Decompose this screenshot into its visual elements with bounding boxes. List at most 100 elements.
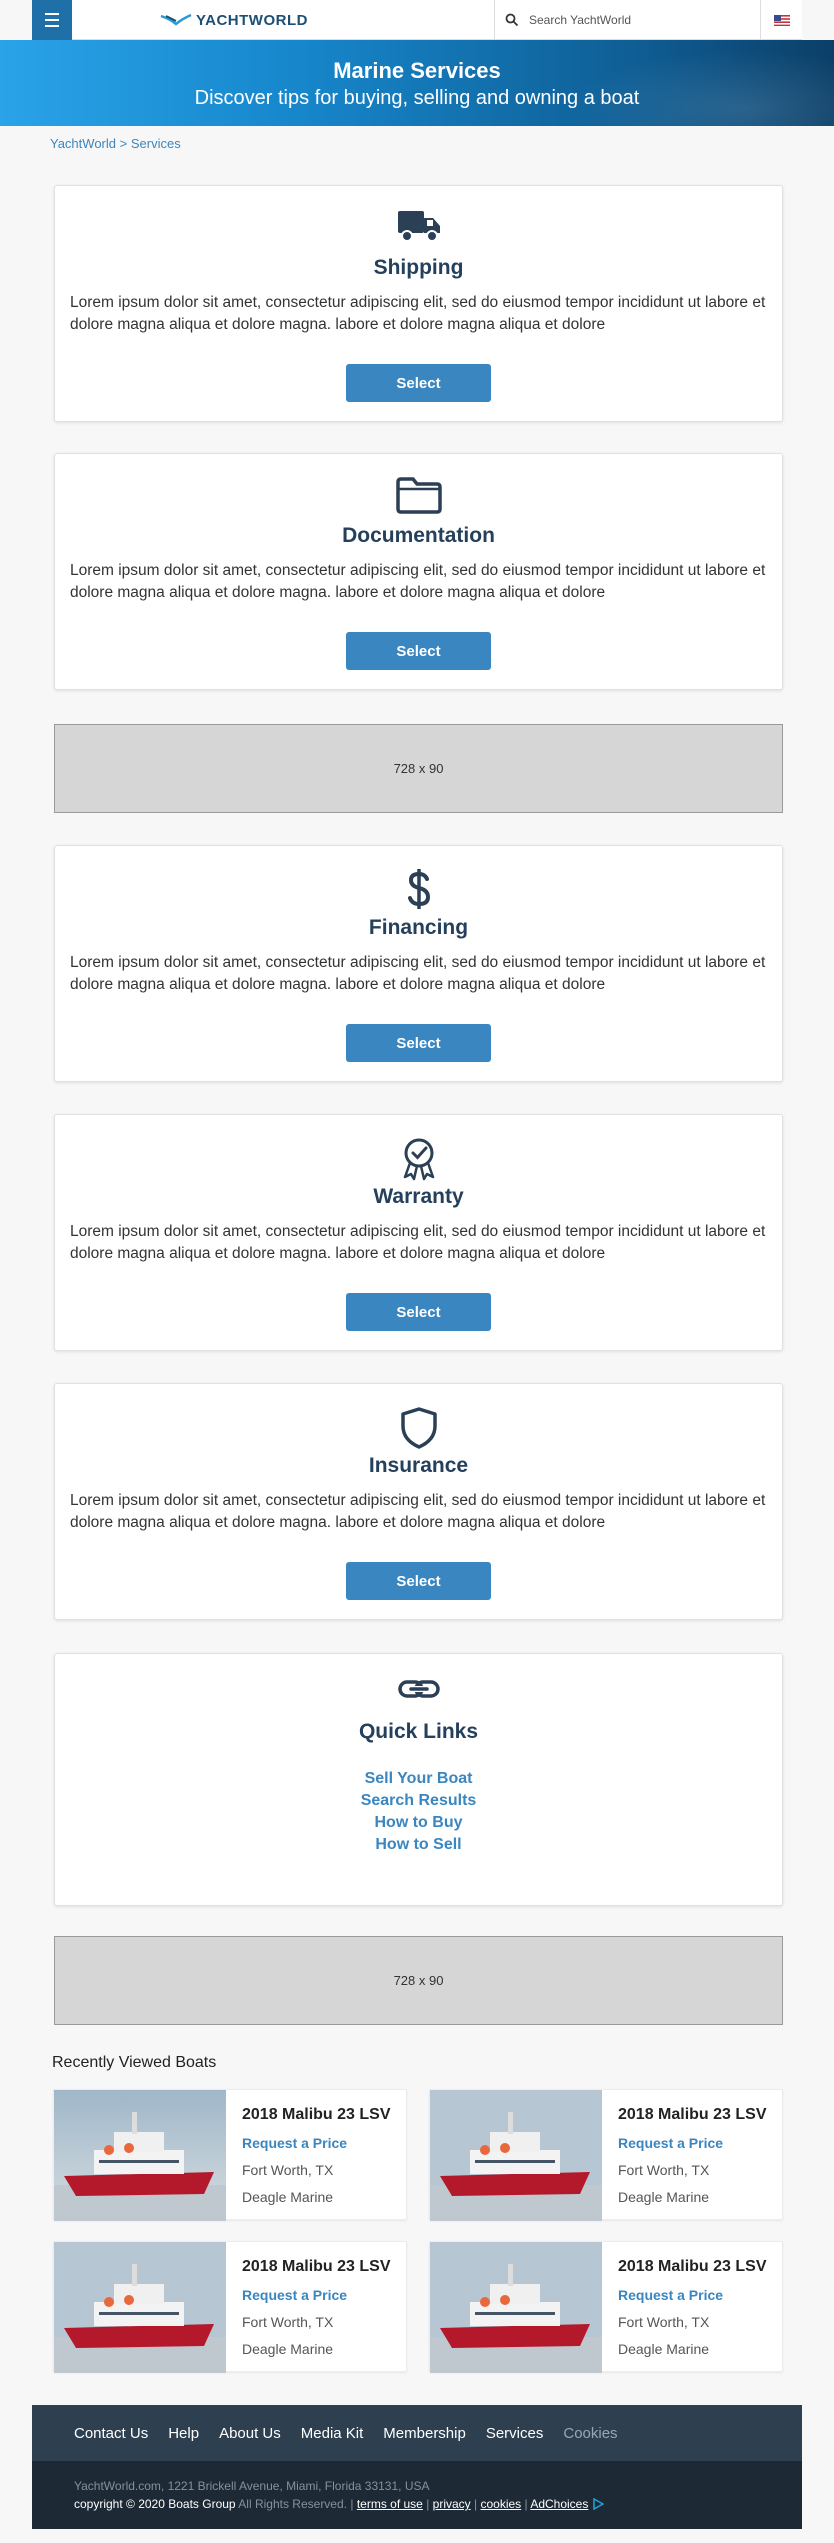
language-selector[interactable]	[760, 0, 802, 40]
adchoices-icon[interactable]	[592, 2498, 604, 2510]
boat-dealer: Deagle Marine	[242, 2341, 334, 2357]
card-description: Lorem ipsum dolor sit amet, consectetur …	[70, 1492, 766, 1531]
boat-image[interactable]	[54, 2090, 226, 2221]
page-subtitle: Discover tips for buying, selling and ow…	[194, 87, 640, 109]
card-title: Shipping	[373, 256, 464, 279]
quick-links-list: Sell Your Boat Search Results How to Buy…	[55, 1768, 782, 1856]
boat-dealer: Deagle Marine	[618, 2189, 710, 2205]
boat-location: Fort Worth, TX	[618, 2162, 710, 2178]
breadcrumb: YachtWorld > Services	[50, 136, 181, 151]
footer-separator: |	[474, 2497, 478, 2511]
select-documentation-button[interactable]: Select	[346, 632, 491, 670]
page-title: Marine Services	[333, 58, 501, 83]
search-bar[interactable]	[494, 0, 760, 40]
us-flag-icon	[773, 14, 790, 26]
site-logo[interactable]: YACHTWORLD	[160, 10, 308, 30]
quick-link-sell-your-boat[interactable]: Sell Your Boat	[365, 1768, 473, 1790]
shield-icon	[400, 1407, 437, 1449]
boat-location: Fort Worth, TX	[618, 2314, 710, 2330]
select-warranty-button[interactable]: Select	[346, 1293, 491, 1331]
breadcrumb-home-link[interactable]: YachtWorld	[50, 136, 116, 151]
request-price-link[interactable]: Request a Price	[242, 2287, 347, 2303]
footer-adchoices-link[interactable]: AdChoices	[530, 2497, 588, 2511]
footer-separator: |	[426, 2497, 430, 2511]
footer-legal: YachtWorld.com, 1221 Brickell Avenue, Mi…	[32, 2461, 802, 2529]
service-card-shipping: Shipping Lorem ipsum dolor sit amet, con…	[54, 185, 783, 422]
boat-dealer: Deagle Marine	[242, 2189, 334, 2205]
select-shipping-button[interactable]: Select	[346, 364, 491, 402]
quick-links-title: Quick Links	[358, 1720, 479, 1743]
footer-link-services[interactable]: Services	[486, 2425, 544, 2442]
boat-card[interactable]: 2018 Malibu 23 LSV Request a Price Fort …	[53, 2089, 407, 2221]
boat-image[interactable]	[430, 2090, 602, 2221]
award-ribbon-icon	[403, 1138, 434, 1181]
menu-button[interactable]	[32, 0, 72, 40]
truck-icon	[397, 211, 440, 242]
footer-cookies-link[interactable]: cookies	[480, 2497, 521, 2511]
quick-links-card: Quick Links Sell Your Boat Search Result…	[54, 1653, 783, 1906]
service-card-documentation: Documentation Lorem ipsum dolor sit amet…	[54, 453, 783, 690]
boat-image[interactable]	[430, 2242, 602, 2373]
folder-icon	[395, 477, 442, 514]
search-icon	[505, 13, 519, 27]
card-description: Lorem ipsum dolor sit amet, consectetur …	[70, 1223, 766, 1262]
service-card-financing: Financing Lorem ipsum dolor sit amet, co…	[54, 845, 783, 1082]
breadcrumb-current-link[interactable]: Services	[131, 136, 181, 151]
footer-link-media-kit[interactable]: Media Kit	[301, 2425, 364, 2442]
quick-link-how-to-sell[interactable]: How to Sell	[375, 1834, 461, 1856]
footer-separator: |	[350, 2497, 354, 2511]
boat-card[interactable]: 2018 Malibu 23 LSV Request a Price Fort …	[429, 2241, 783, 2373]
recently-viewed-title: Recently Viewed Boats	[52, 2054, 217, 2071]
ad-placeholder: 728 x 90	[54, 1936, 783, 2025]
footer-privacy-link[interactable]: privacy	[433, 2497, 471, 2511]
boat-location: Fort Worth, TX	[242, 2314, 334, 2330]
select-insurance-button[interactable]: Select	[346, 1562, 491, 1600]
boat-dealer: Deagle Marine	[618, 2341, 710, 2357]
card-description: Lorem ipsum dolor sit amet, consectetur …	[70, 562, 766, 601]
card-title: Warranty	[373, 1185, 464, 1208]
boat-card[interactable]: 2018 Malibu 23 LSV Request a Price Fort …	[53, 2241, 407, 2373]
footer-nav: Contact Us Help About Us Media Kit Membe…	[32, 2405, 802, 2461]
page: YACHTWORLD Marine Services Discover tips…	[0, 0, 834, 2543]
ad-placeholder: 728 x 90	[54, 724, 783, 813]
quick-link-how-to-buy[interactable]: How to Buy	[375, 1812, 463, 1834]
footer-terms-link[interactable]: terms of use	[357, 2497, 423, 2511]
link-icon	[397, 1680, 440, 1698]
boat-title[interactable]: 2018 Malibu 23 LSV	[618, 2258, 767, 2276]
boat-location: Fort Worth, TX	[242, 2162, 334, 2178]
service-card-warranty: Warranty Lorem ipsum dolor sit amet, con…	[54, 1114, 783, 1351]
boat-title[interactable]: 2018 Malibu 23 LSV	[242, 2258, 391, 2276]
footer-link-cookies[interactable]: Cookies	[563, 2425, 617, 2442]
hamburger-icon	[45, 11, 59, 29]
request-price-link[interactable]: Request a Price	[242, 2135, 347, 2151]
footer-link-membership[interactable]: Membership	[383, 2425, 466, 2442]
breadcrumb-separator: >	[119, 136, 128, 151]
footer-link-about-us[interactable]: About Us	[219, 2425, 281, 2442]
quick-link-search-results[interactable]: Search Results	[361, 1790, 477, 1812]
search-input[interactable]	[529, 13, 749, 27]
select-financing-button[interactable]: Select	[346, 1024, 491, 1062]
service-card-insurance: Insurance Lorem ipsum dolor sit amet, co…	[54, 1383, 783, 1620]
footer-link-help[interactable]: Help	[168, 2425, 199, 2442]
hero-banner: Marine Services Discover tips for buying…	[0, 40, 834, 126]
card-description: Lorem ipsum dolor sit amet, consectetur …	[70, 294, 766, 333]
request-price-link[interactable]: Request a Price	[618, 2135, 723, 2151]
footer-address: YachtWorld.com, 1221 Brickell Avenue, Mi…	[74, 2479, 430, 2493]
boat-title[interactable]: 2018 Malibu 23 LSV	[242, 2106, 391, 2124]
footer-rights: All Rights Reserved.	[238, 2497, 347, 2511]
yachtworld-logo-icon	[160, 13, 192, 26]
request-price-link[interactable]: Request a Price	[618, 2287, 723, 2303]
footer-copyright: copyright © 2020 Boats Group	[74, 2497, 236, 2511]
footer-link-contact-us[interactable]: Contact Us	[74, 2425, 148, 2442]
card-title: Documentation	[342, 524, 495, 547]
top-nav-bar: YACHTWORLD	[32, 0, 802, 40]
footer-copyright-line: copyright © 2020 Boats Group All Rights …	[74, 2497, 802, 2511]
boat-image[interactable]	[54, 2242, 226, 2373]
dollar-icon	[407, 869, 430, 909]
card-title: Financing	[368, 916, 469, 939]
card-description: Lorem ipsum dolor sit amet, consectetur …	[70, 954, 766, 993]
boat-title[interactable]: 2018 Malibu 23 LSV	[618, 2106, 767, 2124]
boat-card[interactable]: 2018 Malibu 23 LSV Request a Price Fort …	[429, 2089, 783, 2221]
logo-text: YACHTWORLD	[196, 11, 308, 29]
card-title: Insurance	[368, 1454, 469, 1477]
